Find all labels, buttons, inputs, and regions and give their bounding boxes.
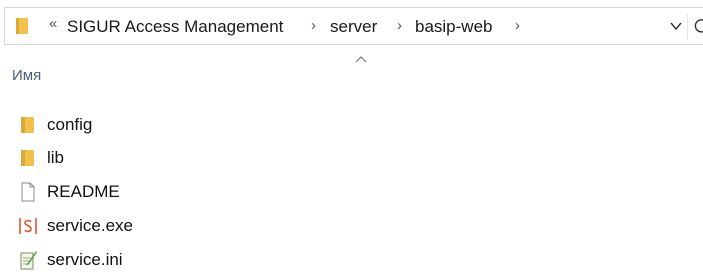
list-item[interactable]: lib [0,142,703,174]
list-item[interactable]: service.exe [0,210,703,242]
breadcrumb-item-sigur[interactable]: SIGUR Access Management [67,17,283,37]
folder-icon [21,117,34,133]
settings-file-icon [20,251,37,270]
file-name: service.ini [47,250,123,269]
breadcrumb-separator[interactable]: › [515,17,520,34]
chevron-down-icon[interactable] [669,19,683,33]
breadcrumb-separator[interactable]: › [311,17,316,34]
breadcrumb-item-basip-web[interactable]: basip-web [415,17,493,37]
file-name: README [47,182,120,201]
breadcrumb-separator[interactable]: › [397,17,402,34]
folder-icon [21,150,34,166]
sort-ascending-icon [355,56,367,63]
file-name: config [47,115,93,134]
folder-icon [16,18,28,34]
breadcrumb-overflow-button[interactable]: « [49,15,57,32]
list-item[interactable]: README [0,176,703,208]
address-bar[interactable]: « SIGUR Access Management › server › bas… [4,7,703,45]
divider [687,14,688,40]
document-icon [21,182,35,202]
file-name: lib [47,148,65,167]
list-item[interactable]: service.ini [0,244,703,276]
column-header-name[interactable]: Имя [12,67,41,84]
breadcrumb-item-server[interactable]: server [330,17,377,37]
list-item[interactable]: config [0,109,703,141]
refresh-icon[interactable] [693,17,703,35]
executable-icon [19,218,37,234]
file-name: service.exe [47,216,133,235]
